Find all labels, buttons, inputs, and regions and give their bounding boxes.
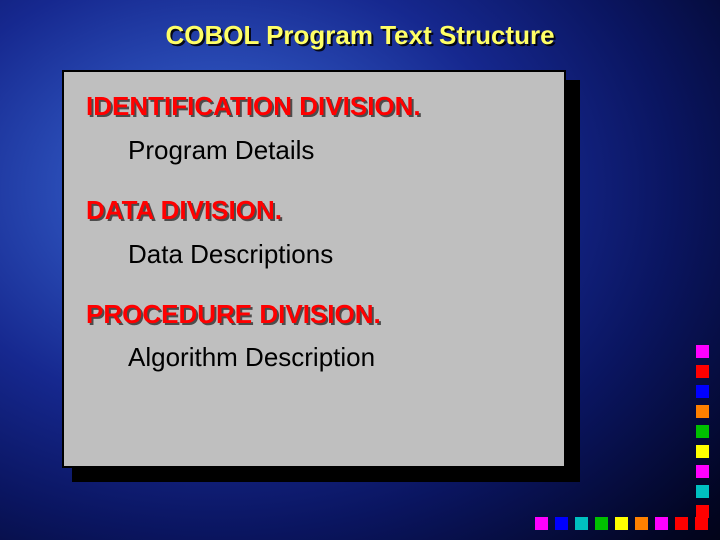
slide-title: COBOL Program Text Structure bbox=[0, 20, 720, 51]
square-icon bbox=[696, 345, 709, 358]
square-icon bbox=[535, 517, 548, 530]
square-icon bbox=[696, 465, 709, 478]
square-icon bbox=[696, 425, 709, 438]
square-icon bbox=[696, 445, 709, 458]
square-icon bbox=[635, 517, 648, 530]
content-panel: IDENTIFICATION DIVISION. Program Details… bbox=[62, 70, 566, 468]
square-icon bbox=[575, 517, 588, 530]
division-detail-procedure: Algorithm Description bbox=[128, 343, 542, 373]
square-icon bbox=[696, 505, 709, 518]
square-icon bbox=[675, 517, 688, 530]
division-detail-data: Data Descriptions bbox=[128, 240, 542, 270]
square-icon bbox=[695, 517, 708, 530]
square-icon bbox=[696, 365, 709, 378]
square-icon bbox=[696, 405, 709, 418]
slide: COBOL Program Text Structure IDENTIFICAT… bbox=[0, 0, 720, 540]
division-heading-identification: IDENTIFICATION DIVISION. bbox=[86, 92, 542, 122]
square-icon bbox=[595, 517, 608, 530]
division-heading-procedure: PROCEDURE DIVISION. bbox=[86, 300, 542, 330]
division-heading-data: DATA DIVISION. bbox=[86, 196, 542, 226]
square-icon bbox=[615, 517, 628, 530]
square-icon bbox=[696, 385, 709, 398]
square-icon bbox=[655, 517, 668, 530]
square-icon bbox=[696, 485, 709, 498]
division-detail-identification: Program Details bbox=[128, 136, 542, 166]
square-icon bbox=[555, 517, 568, 530]
